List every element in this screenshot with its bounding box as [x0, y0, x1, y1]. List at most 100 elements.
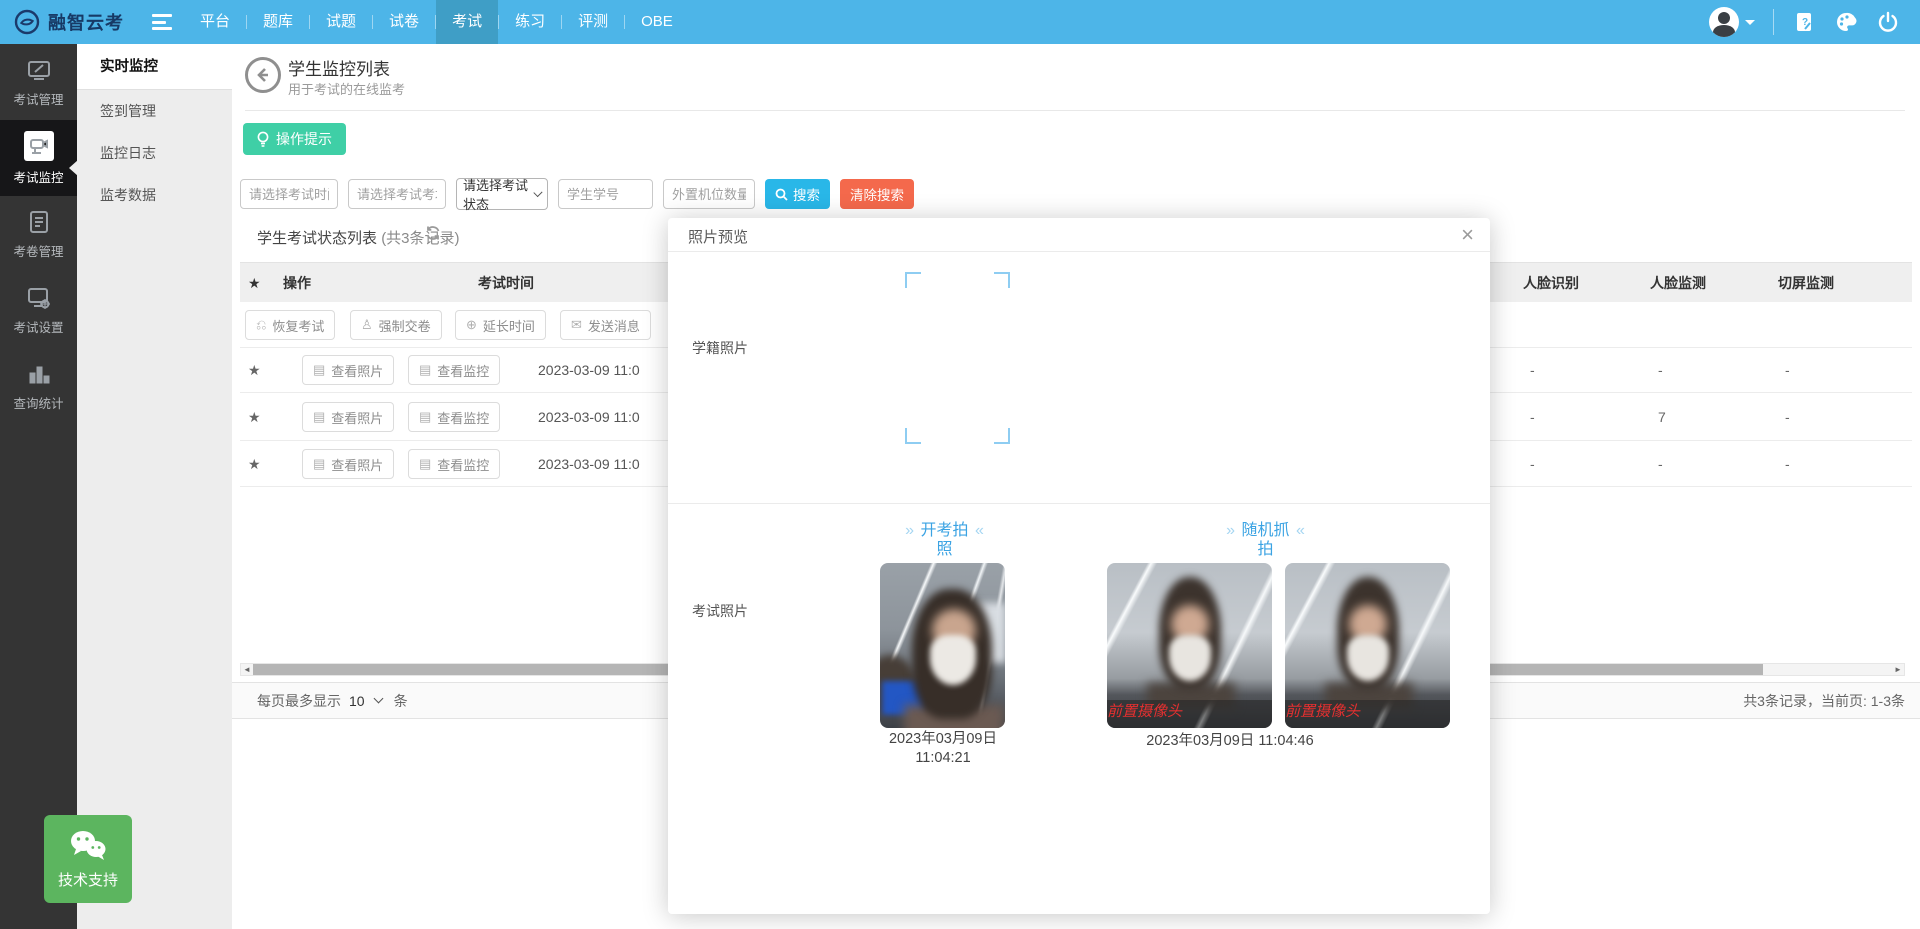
chevron-down-icon	[1745, 20, 1755, 25]
screen-monitor-value: -	[1785, 441, 1790, 487]
help-icon[interactable]: ?	[1792, 10, 1816, 34]
tech-support-label: 技术支持	[58, 869, 118, 890]
submenu-item-realtime-monitoring[interactable]: 实时监控	[77, 44, 232, 90]
nav-item-platform[interactable]: 平台	[184, 0, 246, 44]
sidebar-item-paper-management[interactable]: 考卷管理	[0, 196, 77, 272]
face-recognition-value: -	[1530, 441, 1535, 487]
scroll-right-arrow[interactable]: ►	[1892, 664, 1904, 675]
star-icon[interactable]: ★	[248, 441, 261, 487]
random-snapshot-photo[interactable]: 前置摄像头	[1107, 563, 1272, 728]
submenu-item-monitoring-log[interactable]: 监控日志	[77, 132, 232, 174]
avatar	[1709, 7, 1739, 37]
list-icon: ▤	[313, 456, 325, 472]
sub-sidebar: 实时监控 签到管理 监控日志 监考数据	[77, 44, 232, 929]
resume-exam-button[interactable]: ⎌恢复考试	[245, 310, 335, 340]
exam-time-value: 2023-03-09 11:0	[538, 393, 678, 441]
sidebar-item-query-statistics[interactable]: 查询统计	[0, 348, 77, 424]
nav-item-obe[interactable]: OBE	[625, 0, 689, 44]
sidebar-item-exam-settings[interactable]: 考试设置	[0, 272, 77, 348]
sidebar-item-exam-monitoring[interactable]: 考试监控	[0, 120, 77, 196]
star-icon[interactable]: ★	[248, 393, 261, 441]
list-icon: ▤	[313, 362, 325, 378]
face-monitor-value: 7	[1658, 393, 1666, 441]
active-item-notch	[69, 160, 78, 176]
page-title: 学生监控列表	[288, 55, 390, 80]
user-menu[interactable]	[1709, 7, 1755, 37]
deco-right: «	[1291, 521, 1310, 540]
lightbulb-icon	[257, 131, 269, 147]
exam-management-icon	[26, 57, 52, 83]
search-icon	[775, 188, 788, 201]
exam-photo-label: 考试照片	[692, 601, 748, 621]
tech-support-button[interactable]: 技术支持	[44, 815, 132, 903]
col-exam-time: 考试时间	[478, 263, 534, 303]
col-action: 操作	[283, 263, 311, 303]
per-page-prefix: 每页最多显示	[257, 691, 341, 711]
list-icon: ▤	[419, 362, 431, 378]
random-photo-timestamp: 2023年03月09日 11:04:46	[1105, 732, 1355, 751]
theme-palette-icon[interactable]	[1834, 10, 1858, 34]
nav-item-practice[interactable]: 练习	[499, 0, 561, 44]
view-monitor-button[interactable]: ▤查看监控	[408, 402, 500, 432]
nav-item-question-bank[interactable]: 题库	[247, 0, 309, 44]
modal-section-divider	[668, 503, 1490, 504]
exam-status-select[interactable]: 请选择考试状态	[456, 178, 548, 210]
page-summary: 共3条记录，当前页: 1-3条	[1743, 691, 1905, 711]
deco-right: «	[970, 521, 989, 540]
per-page-select[interactable]: 10	[349, 693, 382, 709]
nav-item-questions[interactable]: 试题	[310, 0, 372, 44]
menu-toggle-icon[interactable]	[152, 14, 172, 30]
refresh-icon[interactable]	[425, 225, 441, 246]
external-camera-count-input[interactable]	[663, 179, 755, 209]
logout-power-icon[interactable]	[1876, 10, 1900, 34]
photo-preview-modal: 照片预览 × 学籍照片 考试照片 » 开考拍照 « 2023年03月09日 11…	[668, 218, 1490, 914]
view-photos-button[interactable]: ▤查看照片	[302, 402, 394, 432]
student-id-input[interactable]	[558, 179, 653, 209]
view-monitor-button[interactable]: ▤查看监控	[408, 449, 500, 479]
filter-bar: 请选择考试状态 搜索 清除搜索	[240, 178, 914, 210]
submenu-item-checkin-management[interactable]: 签到管理	[77, 90, 232, 132]
search-button[interactable]: 搜索	[765, 179, 830, 209]
view-monitor-button[interactable]: ▤查看监控	[408, 355, 500, 385]
exam-settings-icon	[26, 285, 52, 311]
col-face-recognition: 人脸识别	[1523, 263, 1579, 303]
exam-time-value: 2023-03-09 11:0	[538, 441, 678, 487]
operation-tips-button[interactable]: 操作提示	[243, 123, 346, 155]
face-monitor-value: -	[1658, 348, 1663, 393]
student-photo-label: 学籍照片	[692, 338, 748, 358]
star-icon[interactable]: ★	[248, 348, 261, 393]
nav-item-papers[interactable]: 试卷	[373, 0, 435, 44]
sidebar-item-exam-management[interactable]: 考试管理	[0, 44, 77, 120]
person-icon: ♙	[361, 317, 373, 333]
exam-room-input[interactable]	[348, 179, 446, 209]
star-column-header-icon: ★	[248, 263, 261, 303]
camera-source-overlay: 前置摄像头	[1285, 700, 1450, 728]
close-icon[interactable]: ×	[1461, 221, 1474, 249]
nav-item-evaluation[interactable]: 评测	[562, 0, 624, 44]
page-subtitle: 用于考试的在线监考	[288, 79, 405, 98]
extend-time-button[interactable]: ⊕延长时间	[455, 310, 546, 340]
random-photo-header: » 随机抓拍 «	[1193, 521, 1338, 559]
view-photos-button[interactable]: ▤查看照片	[302, 355, 394, 385]
clear-search-button[interactable]: 清除搜索	[840, 179, 914, 209]
view-photos-button[interactable]: ▤查看照片	[302, 449, 394, 479]
scroll-left-arrow[interactable]: ◄	[241, 664, 253, 675]
exam-time-input[interactable]	[240, 179, 338, 209]
submenu-item-proctor-data[interactable]: 监考数据	[77, 174, 232, 216]
start-photo-header: » 开考拍照 «	[872, 521, 1017, 559]
brand-logo[interactable]: 融智云考	[0, 9, 124, 35]
start-photo-title: 开考拍照	[919, 521, 970, 559]
modal-header: 照片预览 ×	[668, 218, 1490, 252]
back-button[interactable]	[245, 57, 281, 93]
list-icon: ▤	[419, 409, 431, 425]
header-divider	[245, 110, 1905, 111]
send-message-button[interactable]: ✉发送消息	[560, 310, 651, 340]
random-snapshot-photo[interactable]: 前置摄像头	[1285, 563, 1450, 728]
nav-item-exam[interactable]: 考试	[436, 0, 498, 44]
start-photo-timestamp: 2023年03月09日 11:04:21	[873, 730, 1013, 768]
start-exam-webcam-photo[interactable]	[880, 563, 1005, 728]
student-photo-placeholder	[905, 272, 1010, 444]
message-icon: ✉	[571, 317, 582, 333]
brand-name: 融智云考	[48, 9, 124, 35]
force-submit-button[interactable]: ♙强制交卷	[350, 310, 442, 340]
